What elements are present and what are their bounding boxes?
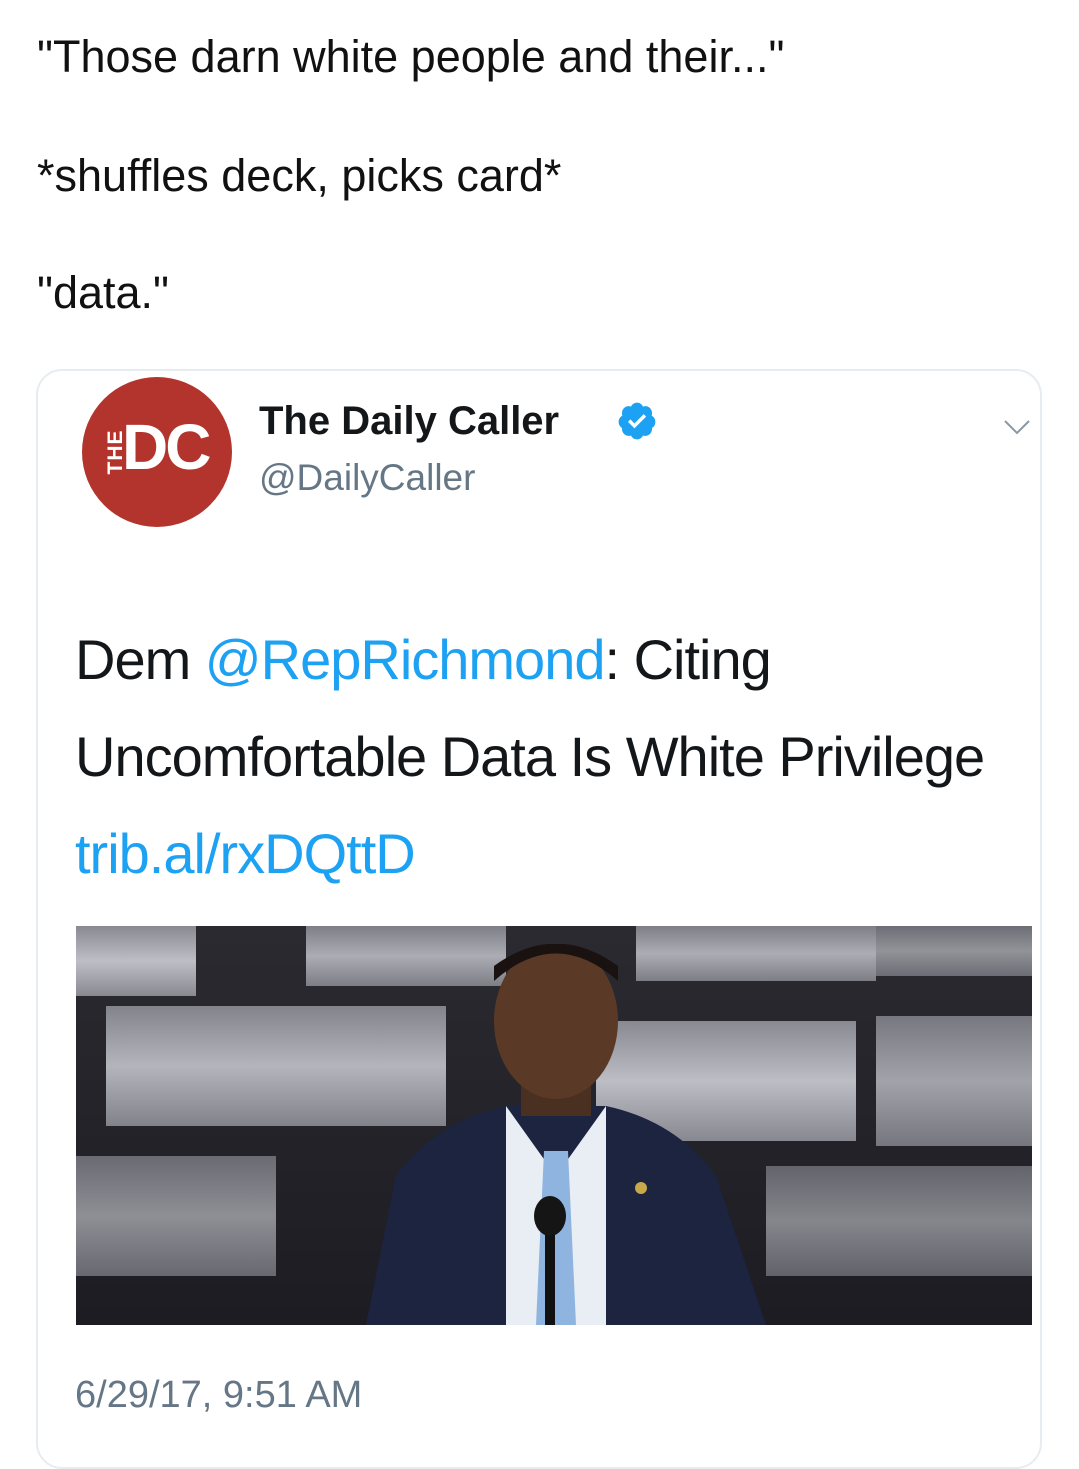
tweet-card[interactable]: THE DC The Daily Caller @DailyCaller Dem… bbox=[36, 369, 1042, 1469]
caption-line-2: *shuffles deck, picks card* bbox=[37, 150, 562, 201]
display-name[interactable]: The Daily Caller bbox=[259, 401, 559, 441]
tweet-text-prefix: Dem bbox=[75, 628, 205, 691]
caption-line-1: "Those darn white people and their..." bbox=[37, 31, 785, 82]
verified-badge-icon bbox=[618, 402, 656, 440]
avatar[interactable]: THE DC bbox=[82, 377, 232, 527]
tweet-photo[interactable] bbox=[76, 926, 1032, 1325]
avatar-letters: DC bbox=[122, 411, 211, 483]
tweet-text: Dem @RepRichmond: Citing Uncomfortable D… bbox=[75, 611, 1005, 902]
mention-link[interactable]: @RepRichmond bbox=[205, 628, 606, 691]
caption-line-3: "data." bbox=[37, 267, 170, 318]
handle[interactable]: @DailyCaller bbox=[259, 459, 475, 496]
timestamp[interactable]: 6/29/17, 9:51 AM bbox=[75, 1376, 362, 1414]
url-link[interactable]: trib.al/rxDQttD bbox=[75, 822, 416, 885]
chevron-down-icon[interactable] bbox=[1002, 417, 1032, 437]
